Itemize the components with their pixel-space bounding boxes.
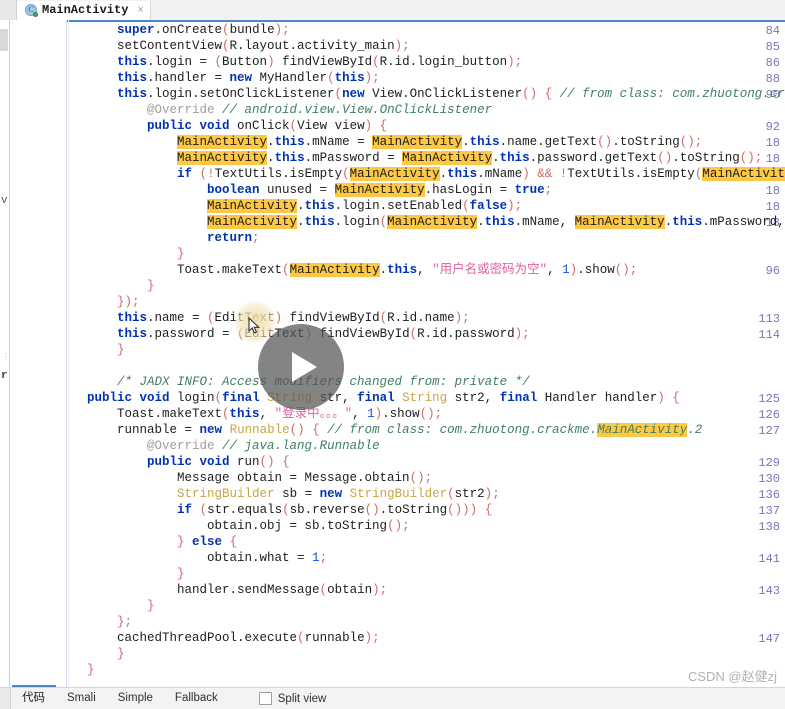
code-line: Message obtain = Message.obtain(); — [72, 471, 433, 485]
code-line: MainActivity.this.mName = MainActivity.t… — [177, 135, 703, 149]
code-line: setContentView(R.layout.activity_main); — [72, 39, 410, 53]
code-line: this.login.setOnClickListener(new View.O… — [72, 87, 785, 101]
code-line: public void run() { — [72, 455, 290, 469]
tab-smali[interactable]: Smali — [56, 688, 107, 709]
code-line: cachedThreadPool.execute(runnable); — [72, 631, 380, 645]
gutter-divider — [66, 20, 67, 688]
line-number-gutter — [10, 20, 66, 688]
code-line: } — [72, 647, 125, 661]
tab-code[interactable]: 代码 — [11, 688, 56, 709]
tab-simple[interactable]: Simple — [107, 688, 164, 709]
code-line: } — [72, 247, 185, 261]
tab-fallback[interactable]: Fallback — [164, 688, 229, 709]
code-line: this.handler = new MyHandler(this); — [72, 71, 380, 85]
java-class-icon: C — [25, 4, 38, 17]
code-line: this.login = (Button) findViewById(R.id.… — [72, 55, 523, 69]
code-line: Toast.makeText(this, "登录中。。。", 1).show()… — [72, 407, 443, 421]
splitter-grip-icon[interactable]: ⋮⋮ — [2, 353, 9, 361]
code-line: super.onCreate(bundle); — [117, 23, 290, 37]
csdn-watermark: CSDN @赵健zj — [687, 669, 777, 684]
code-line: obtain.obj = sb.toString(); — [72, 519, 410, 533]
clipped-left-panel: v ⋮⋮ r — [0, 20, 10, 688]
bottom-tab-bar: 代码 Smali Simple Fallback Split view — [0, 687, 785, 709]
code-line: } — [72, 663, 95, 677]
close-icon[interactable]: × — [137, 4, 143, 16]
code-line: Toast.makeText(MainActivity.this, "用户名或密… — [72, 263, 638, 277]
code-line: MainActivity.this.mPassword = MainActivi… — [177, 151, 763, 165]
jadx-window: C MainActivity × v ⋮⋮ r 84 85 86 88 90 9… — [0, 0, 785, 709]
code-line: } — [72, 567, 185, 581]
gutter-divider-2 — [68, 20, 69, 688]
code-line: StringBuilder sb = new StringBuilder(str… — [177, 487, 500, 501]
code-line: } — [72, 279, 155, 293]
tab-label: MainActivity — [42, 3, 129, 17]
code-content[interactable]: super.onCreate(bundle); setContentView(R… — [72, 20, 785, 688]
split-view-checkbox[interactable] — [258, 692, 272, 705]
code-line: if (!TextUtils.isEmpty(MainActivity.this… — [72, 166, 785, 182]
code-line: MainActivity.this.login.setEnabled(false… — [207, 199, 523, 213]
code-line: public void onClick(View view) { — [72, 119, 388, 133]
code-line: MainActivity.this.login(MainActivity.thi… — [207, 215, 785, 229]
bottom-bar-left-gutter — [0, 688, 11, 709]
code-line: obtain.what = 1; — [72, 551, 328, 565]
code-line: }); — [72, 295, 140, 309]
code-line: boolean unused = MainActivity.hasLogin =… — [207, 183, 553, 197]
left-panel-fragment-box — [0, 29, 8, 51]
tab-bar-left-gutter — [0, 0, 17, 20]
code-line: if (str.equals(sb.reverse().toString()))… — [177, 503, 493, 517]
code-line: public void login(final String str, fina… — [72, 391, 680, 405]
play-triangle-icon — [292, 352, 317, 382]
code-editor[interactable]: v ⋮⋮ r 84 85 86 88 90 92 18 18 18 18 18 … — [0, 20, 785, 688]
left-panel-fragment-v: v — [1, 195, 8, 207]
code-line: } — [72, 343, 125, 357]
editor-tab-bar: C MainActivity × — [0, 0, 785, 21]
code-line: handler.sendMessage(obtain); — [72, 583, 388, 597]
code-line: @Override // android.view.View.OnClickLi… — [72, 103, 493, 117]
code-line: @Override // java.lang.Runnable — [72, 439, 380, 453]
code-line: } else { — [72, 535, 238, 549]
play-button[interactable] — [258, 324, 344, 410]
split-view-control[interactable]: Split view — [258, 692, 327, 705]
left-panel-fragment-r: r — [1, 370, 8, 382]
split-view-label: Split view — [277, 692, 327, 705]
code-line: } — [72, 599, 155, 613]
code-line: return; — [207, 231, 260, 245]
tab-mainactivity[interactable]: C MainActivity × — [17, 0, 151, 20]
mouse-cursor-icon — [248, 317, 261, 334]
code-line: runnable = new Runnable() { // from clas… — [72, 423, 703, 437]
code-line: }; — [72, 615, 133, 629]
